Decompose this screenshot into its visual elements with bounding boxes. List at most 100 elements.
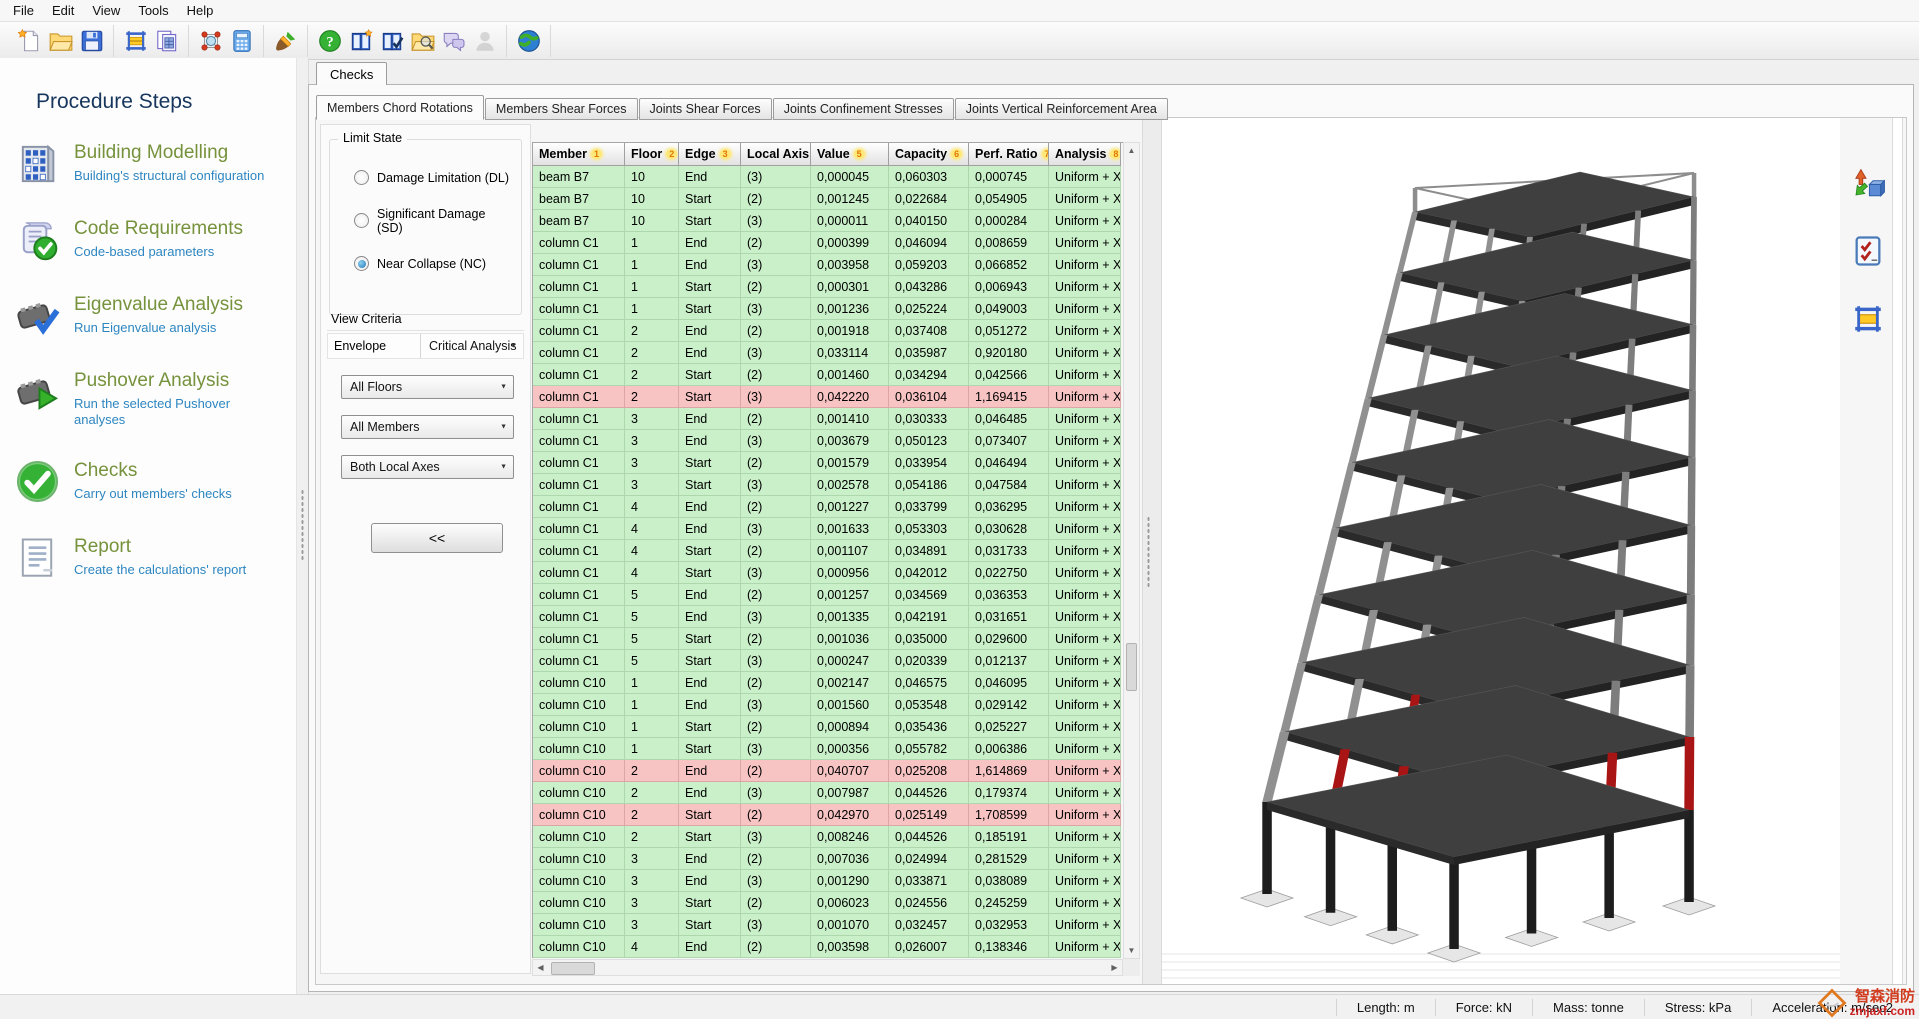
table-row[interactable]: column C1 1 Start (3) 0,001236 0,025224 0,0490…	[533, 298, 1123, 320]
scroll-left-icon[interactable]: ◀	[533, 960, 548, 975]
subtab-joints-confinement-stresses[interactable]: Joints Confinement Stresses	[772, 98, 954, 120]
table-row[interactable]: column C1 4 End (3) 0,001633 0,053303 0,030628…	[533, 518, 1123, 540]
model-3d-view[interactable]	[1162, 118, 1840, 984]
sidebar-item-code-requirements[interactable]: Code Requirements Code-based parameters	[14, 216, 296, 263]
table-row[interactable]: column C10 3 End (2) 0,007036 0,024994 0,28152…	[533, 848, 1123, 870]
frame-view-icon[interactable]	[1849, 300, 1887, 338]
menu-tools[interactable]: Tools	[129, 1, 177, 20]
tab-checks[interactable]: Checks	[316, 62, 388, 85]
table-row[interactable]: beam B7 10 Start (2) 0,001245 0,022684 0,05490…	[533, 188, 1123, 210]
table-row[interactable]: column C10 2 End (3) 0,007987 0,044526 0,17937…	[533, 782, 1123, 804]
table-row[interactable]: column C10 1 Start (2) 0,000894 0,035436 0,025…	[533, 716, 1123, 738]
table-row[interactable]: column C1 5 End (2) 0,001257 0,034569 0,036353…	[533, 584, 1123, 606]
table-row[interactable]: column C1 2 End (3) 0,033114 0,035987 0,920180…	[533, 342, 1123, 364]
table-row[interactable]: beam B7 10 Start (3) 0,000011 0,040150 0,00028…	[533, 210, 1123, 232]
table-row[interactable]: beam B7 10 End (3) 0,000045 0,060303 0,000745 U…	[533, 166, 1123, 188]
table-row[interactable]: column C1 5 Start (3) 0,000247 0,020339 0,0121…	[533, 650, 1123, 672]
sidebar-item-report[interactable]: Report Create the calculations' report	[14, 534, 296, 581]
envelope-label[interactable]: Envelope	[328, 334, 421, 358]
table-row[interactable]: column C1 4 Start (2) 0,001107 0,034891 0,0317…	[533, 540, 1123, 562]
manual-book-icon[interactable]	[345, 25, 376, 56]
frame-model-icon[interactable]	[120, 25, 151, 56]
column-header-capacity[interactable]: Capacity 6	[889, 143, 969, 166]
members-checklist-icon[interactable]	[1849, 232, 1887, 270]
table-row[interactable]: column C10 1 End (3) 0,001560 0,053548 0,02914…	[533, 694, 1123, 716]
calculator-icon[interactable]	[226, 25, 257, 56]
table-row[interactable]: column C1 3 End (3) 0,003679 0,050123 0,073407…	[533, 430, 1123, 452]
table-row[interactable]: column C10 4 End (2) 0,003598 0,026007 0,13834…	[533, 936, 1123, 958]
vertical-scrollbar[interactable]: ▲ ▼	[1123, 142, 1140, 959]
column-header-member[interactable]: Member 1	[533, 143, 625, 166]
table-row[interactable]: column C1 4 Start (3) 0,000956 0,042012 0,0227…	[533, 562, 1123, 584]
subtab-joints-vertical-reinforcement-area[interactable]: Joints Vertical Reinforcement Area	[954, 98, 1168, 120]
table-row[interactable]: column C10 3 Start (2) 0,006023 0,024556 0,245…	[533, 892, 1123, 914]
table-row[interactable]: column C1 3 End (2) 0,001410 0,030333 0,046485…	[533, 408, 1123, 430]
horizontal-scrollbar[interactable]: ◀ ▶	[532, 959, 1123, 976]
scroll-right-icon[interactable]: ▶	[1107, 960, 1122, 975]
horizontal-scroll-thumb[interactable]	[551, 962, 595, 975]
model-3d-icon[interactable]	[195, 25, 226, 56]
table-row[interactable]: column C1 3 Start (3) 0,002578 0,054186 0,0475…	[533, 474, 1123, 496]
sidebar-item-checks[interactable]: Checks Carry out members' checks	[14, 458, 296, 505]
menu-file[interactable]: File	[4, 1, 43, 20]
column-header-perf-ratio[interactable]: Perf. Ratio7	[969, 143, 1049, 166]
new-project-icon[interactable]	[14, 25, 45, 56]
table-row[interactable]: column C10 3 End (3) 0,001290 0,033871 0,03808…	[533, 870, 1123, 892]
axes-select[interactable]: Both Local Axes ▼	[341, 455, 514, 479]
table-row[interactable]: column C1 2 Start (3) 0,042220 0,036104 1,1694…	[533, 386, 1123, 408]
table-row[interactable]: column C10 1 End (2) 0,002147 0,046575 0,04609…	[533, 672, 1123, 694]
collapse-panel-button[interactable]: <<	[371, 523, 503, 553]
user-icon[interactable]	[469, 25, 500, 56]
column-header-analysis[interactable]: Analysis 8	[1049, 143, 1121, 166]
subtab-members-chord-rotations[interactable]: Members Chord Rotations	[316, 95, 484, 120]
scroll-down-icon[interactable]: ▼	[1124, 943, 1139, 958]
table-cell: 0,001107	[811, 540, 889, 562]
members-select[interactable]: All Members ▼	[341, 415, 514, 439]
radio-near-collapse-nc-[interactable]: Near Collapse (NC)	[354, 254, 509, 274]
subtab-joints-shear-forces[interactable]: Joints Shear Forces	[638, 98, 772, 120]
sidebar-item-eigenvalue-analysis[interactable]: Eigenvalue Analysis Run Eigenvalue analy…	[14, 292, 296, 339]
table-row[interactable]: column C10 2 Start (3) 0,008246 0,044526 0,185…	[533, 826, 1123, 848]
menu-edit[interactable]: Edit	[43, 1, 83, 20]
table-row[interactable]: column C1 1 Start (2) 0,000301 0,043286 0,0069…	[533, 276, 1123, 298]
table-row[interactable]: column C1 5 End (3) 0,001335 0,042191 0,031651…	[533, 606, 1123, 628]
table-row[interactable]: column C1 3 Start (2) 0,001579 0,033954 0,0464…	[533, 452, 1123, 474]
menu-help[interactable]: Help	[178, 1, 223, 20]
table-row[interactable]: column C1 2 Start (2) 0,001460 0,034294 0,0425…	[533, 364, 1123, 386]
menu-view[interactable]: View	[83, 1, 129, 20]
table-row[interactable]: column C10 1 Start (3) 0,000356 0,055782 0,006…	[533, 738, 1123, 760]
scroll-up-icon[interactable]: ▲	[1124, 143, 1139, 158]
search-folder-icon[interactable]	[407, 25, 438, 56]
radio-damage-limitation-dl-[interactable]: Damage Limitation (DL)	[354, 168, 509, 188]
table-row[interactable]: column C1 4 End (2) 0,001227 0,033799 0,036295…	[533, 496, 1123, 518]
table-row[interactable]: column C1 5 Start (2) 0,001036 0,035000 0,0296…	[533, 628, 1123, 650]
table-row[interactable]: column C1 1 End (2) 0,000399 0,046094 0,008659…	[533, 232, 1123, 254]
comments-icon[interactable]	[438, 25, 469, 56]
radio-significant-damage-sd-[interactable]: Significant Damage (SD)	[354, 207, 509, 235]
sidebar-item-pushover-analysis[interactable]: Pushover Analysis Run the selected Pusho…	[14, 368, 296, 429]
verify-book-icon[interactable]	[376, 25, 407, 56]
save-icon[interactable]	[76, 25, 107, 56]
column-header-floor[interactable]: Floor 2	[625, 143, 679, 166]
help-icon[interactable]: ?	[314, 25, 345, 56]
vertical-scroll-thumb[interactable]	[1126, 643, 1137, 691]
limit-state-group: Limit State Damage Limitation (DL) Signi…	[329, 131, 522, 315]
column-header-edge[interactable]: Edge 3	[679, 143, 741, 166]
open-project-icon[interactable]	[45, 25, 76, 56]
table-row[interactable]: column C10 2 Start (2) 0,042970 0,025149 1,708…	[533, 804, 1123, 826]
subtab-members-shear-forces[interactable]: Members Shear Forces	[484, 98, 638, 120]
paint-brush-icon[interactable]	[270, 25, 301, 56]
sidebar-item-building-modelling[interactable]: Building Modelling Building's structural…	[14, 140, 296, 187]
table-row[interactable]: column C10 3 Start (3) 0,001070 0,032457 0,032…	[533, 914, 1123, 936]
table-row[interactable]: column C1 2 End (2) 0,001918 0,037408 0,051272…	[533, 320, 1123, 342]
web-globe-icon[interactable]	[513, 25, 544, 56]
floors-select[interactable]: All Floors ▼	[341, 375, 514, 399]
column-header-local-axis[interactable]: Local Axis4	[741, 143, 811, 166]
critical-analysis-select[interactable]: Critical Analysis ▼	[421, 334, 523, 358]
deformed-shape-icon[interactable]	[1849, 164, 1887, 202]
table-row[interactable]: column C10 2 End (2) 0,040707 0,025208 1,61486…	[533, 760, 1123, 782]
report-document-icon[interactable]	[151, 25, 182, 56]
table-view-splitter[interactable]	[1142, 118, 1162, 984]
table-row[interactable]: column C1 1 End (3) 0,003958 0,059203 0,066852…	[533, 254, 1123, 276]
column-header-value[interactable]: Value 5	[811, 143, 889, 166]
